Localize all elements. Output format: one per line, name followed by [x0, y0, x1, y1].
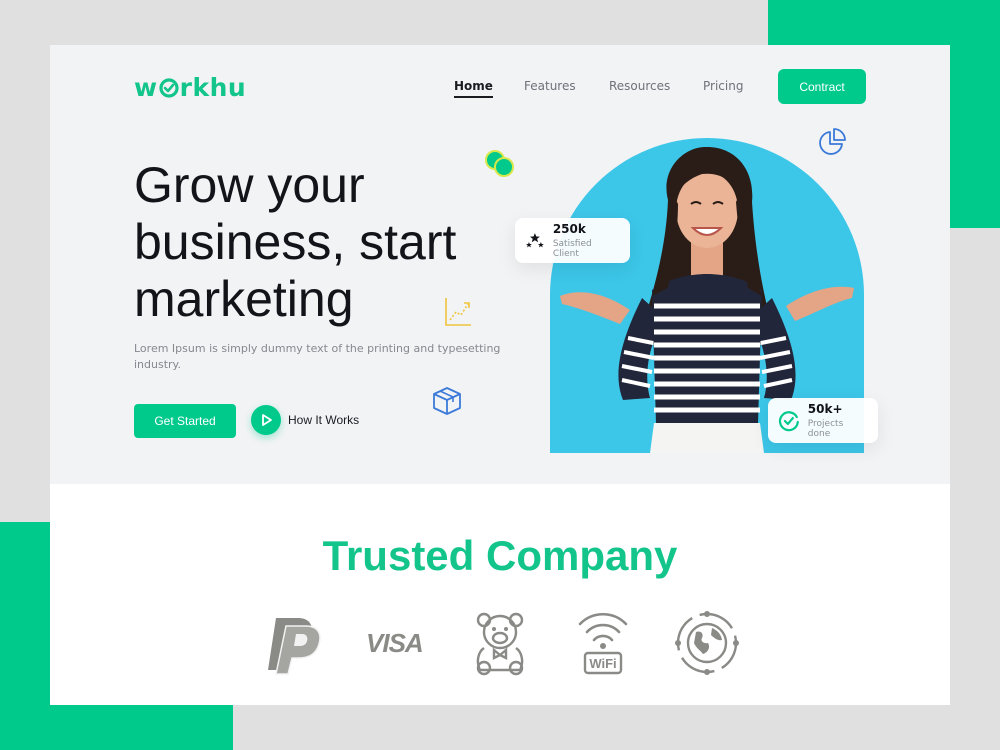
- how-it-works-button[interactable]: How It Works: [251, 405, 359, 435]
- hero-headline: Grow your business, start marketing: [134, 157, 534, 328]
- stars-icon: [525, 232, 544, 247]
- brand-logos: VISA WiFi: [50, 610, 950, 680]
- hero-description: Lorem Ipsum is simply dummy text of the …: [134, 342, 501, 371]
- nav-pricing[interactable]: Pricing: [703, 79, 743, 93]
- trusted-company-title: Trusted Company: [322, 532, 678, 579]
- visa-logo: VISA: [366, 628, 424, 658]
- box-icon: [433, 387, 461, 415]
- coins-icon: [485, 150, 514, 177]
- projects-done-card: 50k+ Projects done: [768, 398, 878, 443]
- chart-icon: [445, 298, 471, 326]
- check-icon: [159, 77, 179, 98]
- clients-value: 250k: [552, 222, 586, 236]
- landing-page: w rkhu Home Features Resources Pricing C…: [50, 45, 950, 705]
- headline-line-3: marketing: [134, 271, 354, 327]
- nav-features[interactable]: Features: [524, 79, 576, 93]
- teddy-bear-logo: [476, 612, 524, 676]
- headline-line-1: Grow your: [134, 157, 365, 213]
- headline-line-2: business, start: [134, 214, 457, 270]
- nav-resources[interactable]: Resources: [609, 79, 670, 93]
- wifi-text: WiFi: [589, 656, 616, 671]
- clients-label: Satisfied Client: [552, 239, 592, 259]
- play-icon: [251, 405, 281, 435]
- globe-logo: [675, 611, 739, 675]
- logo-text-start: w: [134, 73, 158, 102]
- checkmark-circle-icon: [778, 410, 799, 431]
- wifi-logo: WiFi: [578, 613, 628, 675]
- paypal-logo: [268, 618, 321, 675]
- projects-label: Projects done: [807, 419, 844, 439]
- hero-section: w rkhu Home Features Resources Pricing C…: [50, 45, 950, 484]
- projects-value: 50k+: [807, 402, 843, 416]
- satisfied-client-card: 250k Satisfied Client: [515, 218, 630, 263]
- nav-home[interactable]: Home: [454, 79, 493, 98]
- contract-button[interactable]: Contract: [778, 69, 866, 104]
- get-started-button[interactable]: Get Started: [134, 404, 236, 438]
- how-it-works-label: How It Works: [288, 413, 360, 427]
- logo[interactable]: w rkhu: [134, 73, 246, 102]
- logo-text-end: rkhu: [179, 73, 247, 102]
